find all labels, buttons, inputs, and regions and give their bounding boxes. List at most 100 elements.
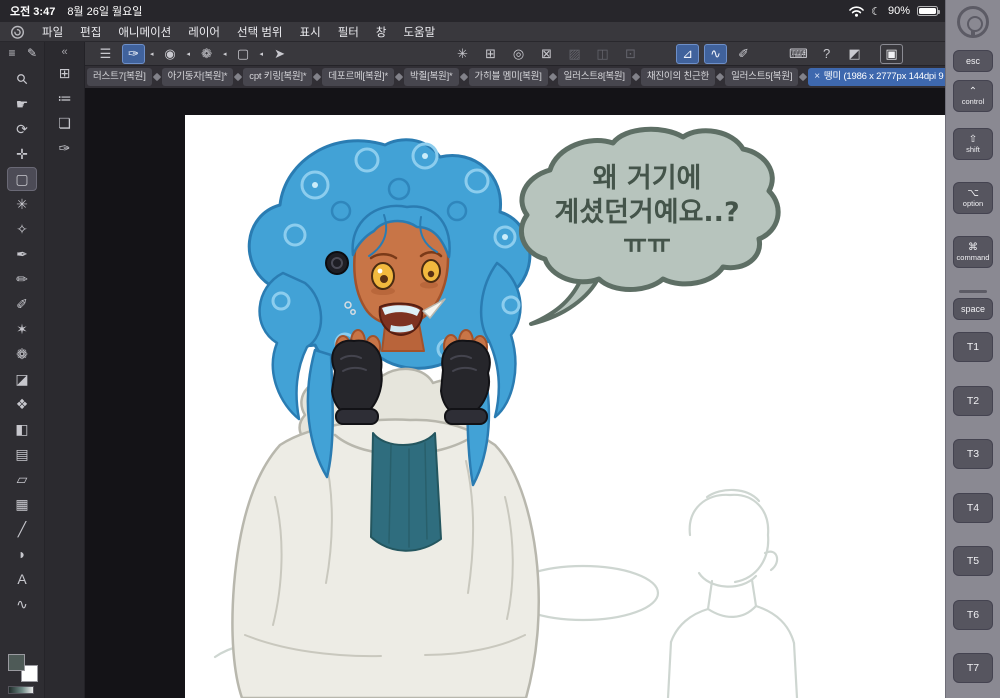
character	[231, 138, 541, 698]
object-subtool-icon[interactable]: ➤	[268, 44, 291, 64]
t1-key[interactable]: T1	[953, 332, 993, 362]
app-logo-icon[interactable]	[10, 25, 25, 39]
eraser-tool[interactable]: ◪	[7, 367, 37, 391]
artwork-illustration: 왜 거기에 계셨던거예요..? ㅠㅠ	[213, 126, 799, 698]
subtool-detail-panel-icon[interactable]: ≔	[51, 86, 79, 110]
date: 8월 26일 월요일	[67, 6, 143, 18]
t5-key[interactable]: T5	[953, 546, 993, 576]
curve-correction-icon[interactable]: ∿	[704, 43, 728, 64]
subtool-caret-icon[interactable]: ◂	[187, 50, 191, 58]
mesh-transform-icon[interactable]: ⊞	[479, 44, 502, 64]
menu-help[interactable]: 도움말	[403, 24, 435, 40]
subtool-caret-icon[interactable]: ◂	[223, 50, 227, 58]
fullscreen-toggle-icon[interactable]: ▣	[880, 43, 904, 64]
color-history-strip[interactable]	[8, 686, 34, 694]
tool-palette: ≡ ✎ ⚲ ☛ ⟳ ✛ ▢ ✳ ✧ ✒ ✏ ✐ ✶ ❁ ◪ ❖ ◧ ▤ ▱ ▦ …	[0, 42, 45, 698]
pencil-tool[interactable]: ✏	[7, 267, 37, 291]
document-tab[interactable]: 채진이의 친근한	[640, 68, 716, 86]
control-key[interactable]: ⌃ control	[953, 80, 993, 112]
menu-filter[interactable]: 필터	[338, 24, 359, 40]
t7-key[interactable]: T7	[953, 653, 993, 683]
move-tool[interactable]: ✛	[7, 142, 37, 166]
layer-panel-icon[interactable]: ❏	[51, 111, 79, 135]
right-gloved-hand	[440, 329, 491, 425]
marquee-select-tool[interactable]: ▢	[7, 166, 37, 191]
t3-key[interactable]: T3	[953, 439, 993, 469]
t4-key[interactable]: T4	[953, 493, 993, 523]
canvas[interactable]: 왜 거기에 계셨던거예요..? ㅠㅠ	[185, 115, 945, 698]
screen-tone-icon[interactable]: ◩	[843, 44, 866, 64]
tab-separator	[799, 72, 808, 82]
frame-border-tool[interactable]: ▦	[7, 492, 37, 516]
option-key[interactable]: ⌥ option	[953, 182, 993, 214]
document-tab[interactable]: 가히블 멤미[복원]	[468, 68, 548, 86]
document-tab[interactable]: 박쥘[복원]*	[403, 68, 459, 86]
loupe-tool-icon[interactable]: ◎	[507, 44, 530, 64]
decoration-subtool-icon[interactable]: ❁	[195, 44, 218, 64]
panel-icon-column: « ⊞ ≔ ❏ ✑	[45, 42, 85, 698]
t6-key[interactable]: T6	[953, 600, 993, 630]
polyline-correction-icon[interactable]: ⊿	[676, 43, 700, 64]
airbrush-subtool-icon[interactable]: ◉	[159, 44, 182, 64]
line-correction-tool[interactable]: ∿	[7, 592, 37, 616]
subtool-caret-icon[interactable]: ◂	[150, 50, 154, 58]
menu-selection[interactable]: 선택 범위	[237, 24, 283, 40]
airbrush-tool[interactable]: ✶	[7, 317, 37, 341]
pen-subtool-icon[interactable]: ✑	[122, 43, 145, 64]
tab-separator	[548, 72, 557, 82]
tab-close-icon[interactable]: ×	[814, 72, 820, 82]
text-tool[interactable]: A	[7, 567, 37, 591]
selection-subtool-icon[interactable]: ▢	[232, 44, 255, 64]
document-tab-active[interactable]: × 뗑미 (1986 x 2777px 144dpi 9	[808, 68, 950, 86]
slant-pencil-icon[interactable]: ✐	[732, 44, 755, 64]
color-swatches	[8, 654, 38, 682]
spray-tool-icon[interactable]: ✳	[451, 44, 474, 64]
crop-frame-icon[interactable]: ⊠	[535, 44, 558, 64]
rotate-canvas-tool[interactable]: ⟳	[7, 117, 37, 141]
edge-keyboard-toggle-icon[interactable]: ⌨	[787, 44, 810, 64]
menu-file[interactable]: 파일	[42, 24, 63, 40]
subtool-caret-icon[interactable]: ◂	[260, 50, 264, 58]
command-key[interactable]: ⌘ command	[953, 236, 993, 268]
t2-key[interactable]: T2	[953, 386, 993, 416]
hamburger-menu-icon[interactable]: ☰	[94, 44, 117, 64]
palette-menu-icon[interactable]: ≡	[3, 44, 21, 62]
auto-select-tool[interactable]: ✳	[7, 192, 37, 216]
shift-symbol-icon: ⇧	[968, 134, 978, 145]
ipad-status-bar: 오전 3:47 8월 26일 월요일 ☾ 90%	[0, 0, 1000, 22]
document-tab[interactable]: 데포르메[복원]*	[322, 68, 394, 86]
brush-size-panel-icon[interactable]: ✑	[51, 136, 79, 160]
esc-key[interactable]: esc	[953, 50, 993, 72]
primary-color-swatch[interactable]	[8, 654, 25, 671]
balloon-tool[interactable]: ◗	[7, 542, 37, 566]
pen-tool[interactable]: ✒	[7, 242, 37, 266]
eyedropper-tool[interactable]: ✧	[7, 217, 37, 241]
edge-keyboard-dial[interactable]	[957, 6, 989, 38]
document-tab[interactable]: cpt 키링[복원]*	[243, 68, 313, 86]
menu-window[interactable]: 창	[376, 24, 387, 40]
space-key[interactable]: space	[953, 298, 993, 320]
brush-tool[interactable]: ✐	[7, 292, 37, 316]
fill-tool[interactable]: ◧	[7, 417, 37, 441]
document-tab[interactable]: 러스트7[복원]	[87, 68, 152, 86]
figure-tool[interactable]: ▱	[7, 467, 37, 491]
ruler-tool[interactable]: ╱	[7, 517, 37, 541]
tab-separator	[394, 72, 404, 82]
menu-animation[interactable]: 애니메이션	[118, 24, 171, 40]
shortcut-help-icon[interactable]: ?	[815, 44, 838, 64]
shift-key[interactable]: ⇧ shift	[953, 128, 993, 160]
collapse-panel-icon[interactable]: «	[61, 44, 67, 60]
blend-tool[interactable]: ❖	[7, 392, 37, 416]
gradient-tool[interactable]: ▤	[7, 442, 37, 466]
mask-disabled-icon: ▨	[568, 46, 581, 61]
menu-view[interactable]: 표시	[300, 24, 321, 40]
document-tab[interactable]: 일러스트8[복원]	[557, 68, 631, 86]
menu-edit[interactable]: 편집	[80, 24, 101, 40]
decoration-tool[interactable]: ❁	[7, 342, 37, 366]
menu-layer[interactable]: 레이어	[188, 24, 220, 40]
panel-drag-handle[interactable]	[959, 290, 987, 293]
document-tab[interactable]: 아기동자[복원]*	[161, 68, 234, 86]
document-tab[interactable]: 일러스트5[복원]	[725, 68, 799, 86]
quick-access-panel-icon[interactable]: ⊞	[51, 61, 79, 85]
tool-edit-icon[interactable]: ✎	[23, 44, 41, 62]
